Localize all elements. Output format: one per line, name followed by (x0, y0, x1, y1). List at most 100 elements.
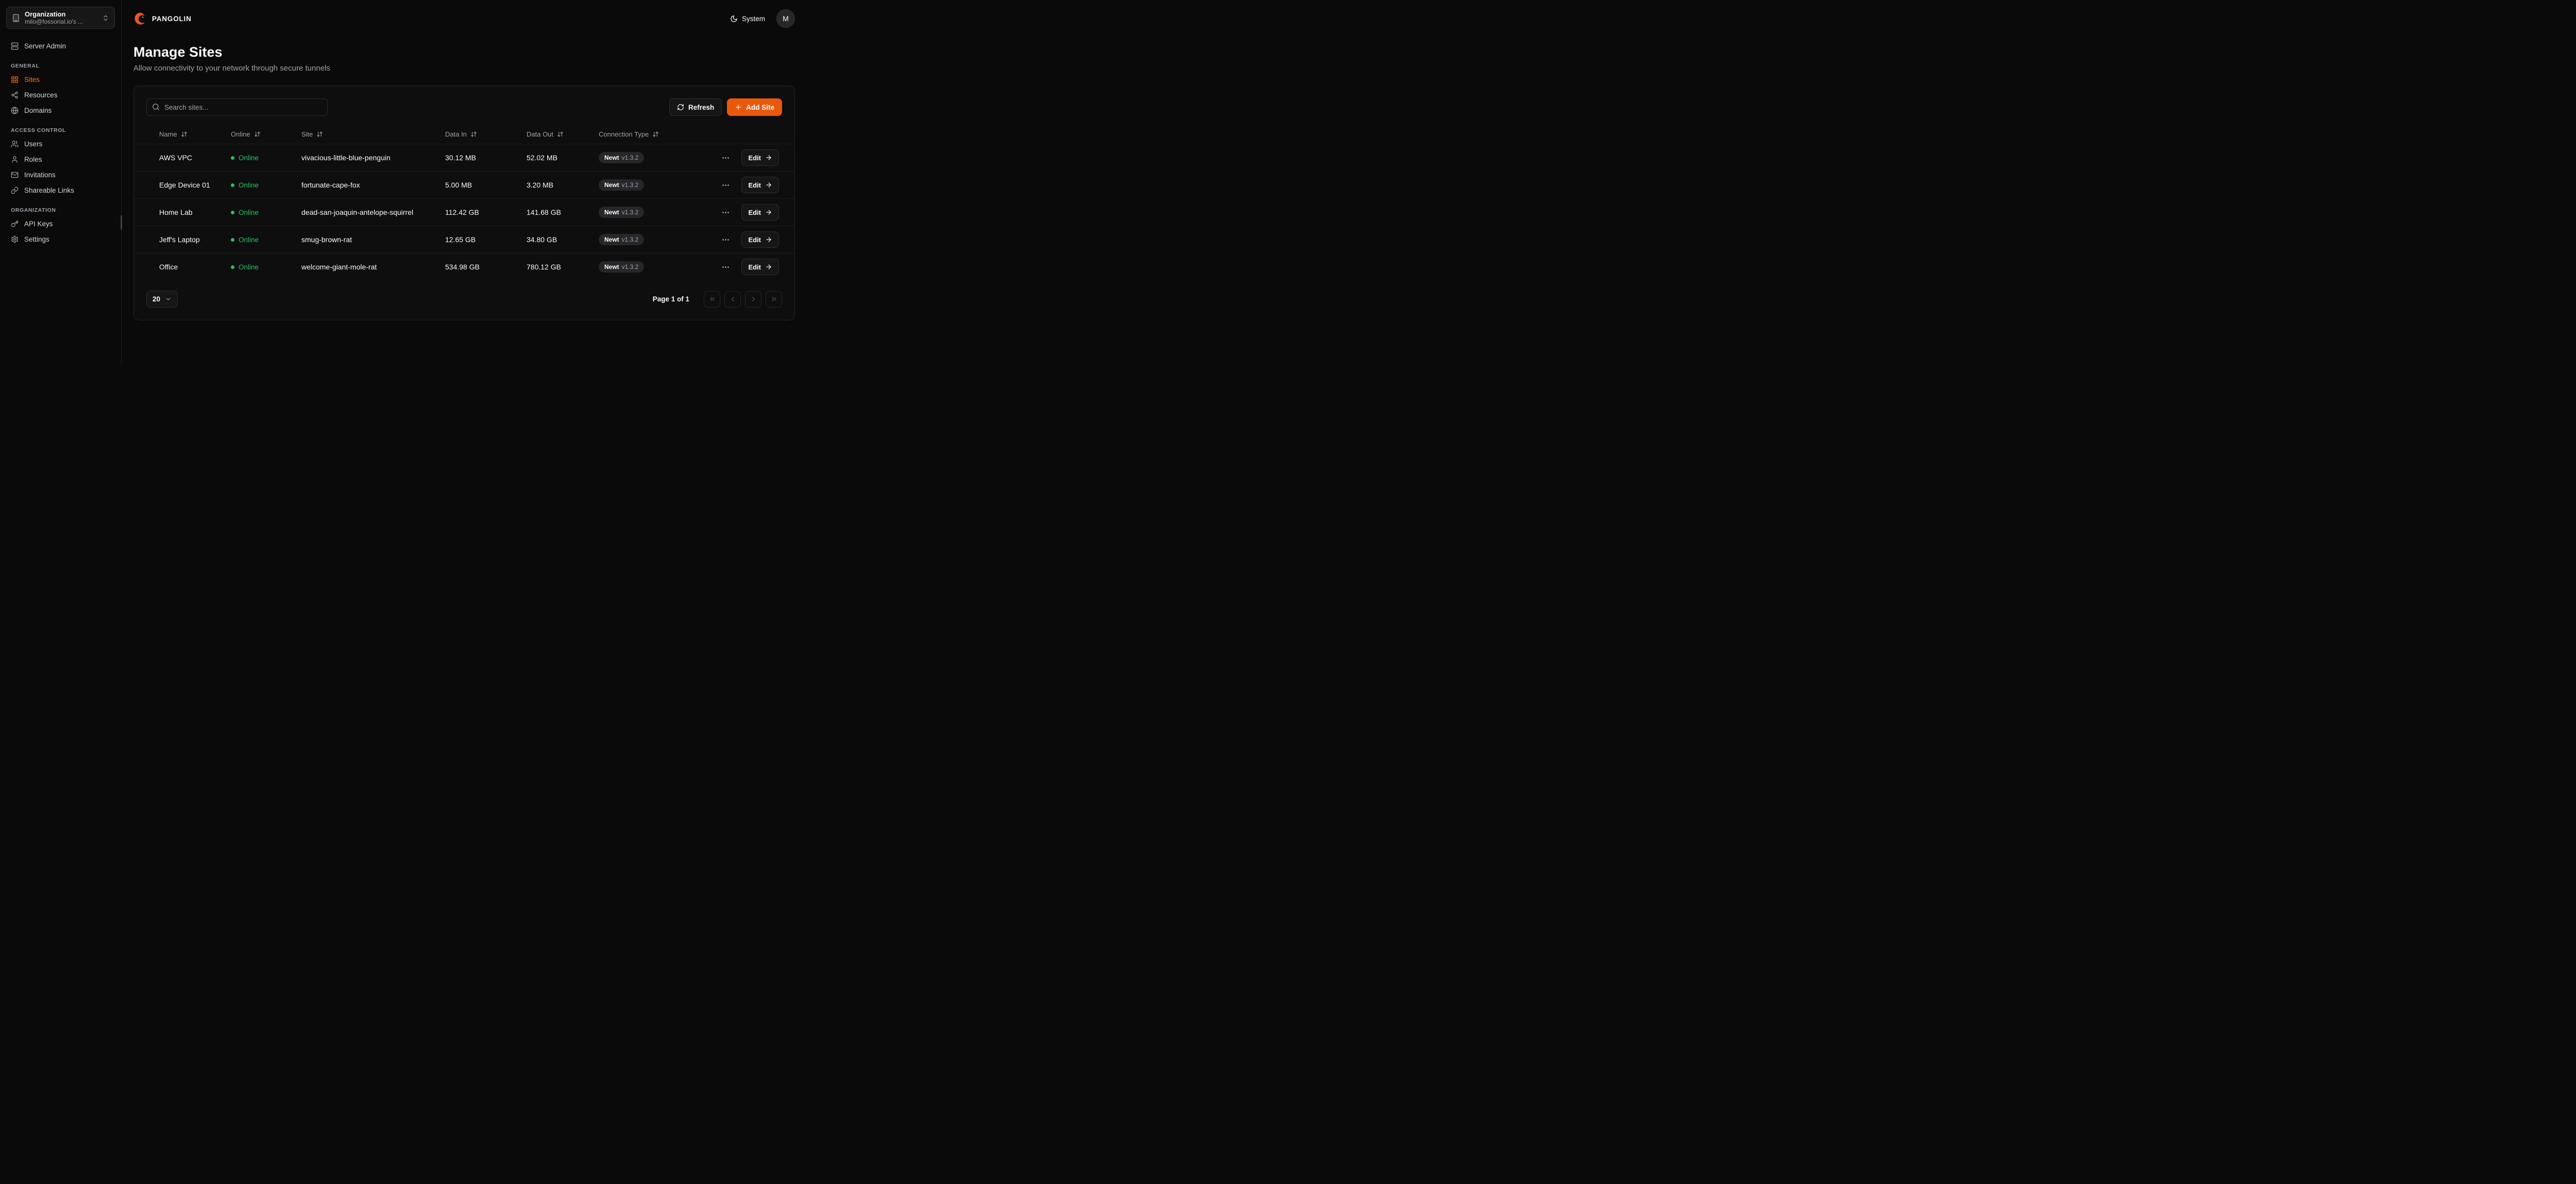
connection-type-badge: Newt v1.3.2 (599, 152, 644, 163)
sidebar-section-general: GENERAL (11, 63, 110, 69)
users-icon (11, 140, 19, 148)
sidebar-section-organization: ORGANIZATION (11, 207, 110, 213)
tunnel-name-cell: smug-brown-rat (301, 235, 445, 244)
site-name-cell: Office (159, 263, 231, 271)
next-page-button[interactable] (745, 291, 761, 308)
tunnel-name-cell: dead-san-joaquin-antelope-squirrel (301, 208, 445, 216)
row-more-options-button[interactable] (719, 233, 732, 246)
row-edit-button[interactable]: Edit (741, 231, 779, 248)
sidebar-item-resources[interactable]: Resources (6, 88, 115, 103)
table-row: AWS VPC Online vivacious-little-blue-pen… (134, 144, 794, 171)
online-status-cell: Online (231, 154, 301, 162)
sidebar-item-settings[interactable]: Settings (6, 232, 115, 247)
org-switcher[interactable]: Organization milo@fossorial.io's ... (6, 7, 115, 29)
table-row: Jeff's Laptop Online smug-brown-rat 12.6… (134, 226, 794, 253)
org-switcher-value: milo@fossorial.io's ... (25, 18, 97, 25)
edit-label: Edit (748, 209, 761, 216)
globe-icon (11, 107, 19, 114)
sidebar-item-server-admin[interactable]: Server Admin (6, 39, 115, 54)
row-more-options-button[interactable] (719, 206, 732, 219)
sidebar-item-label: Settings (24, 235, 49, 243)
column-header-connection-type[interactable]: Connection Type (599, 130, 719, 138)
column-header-data-in[interactable]: Data In (445, 130, 527, 138)
online-status-cell: Online (231, 181, 301, 189)
column-header-name[interactable]: Name (159, 130, 231, 138)
connection-type-name: Newt (604, 154, 619, 161)
add-site-button[interactable]: Add Site (727, 98, 782, 116)
theme-toggle[interactable]: System (730, 15, 765, 23)
column-header-site[interactable]: Site (301, 130, 445, 138)
column-header-online[interactable]: Online (231, 130, 301, 138)
data-out-cell: 3.20 MB (527, 181, 599, 189)
table-footer: 20 Page 1 of 1 (134, 291, 794, 308)
chevrons-up-down-icon (102, 14, 109, 22)
row-edit-button[interactable]: Edit (741, 149, 779, 166)
sidebar-item-users[interactable]: Users (6, 137, 115, 151)
avatar[interactable]: M (776, 9, 795, 28)
table-header: Name Online Site Data In Data Out Connec… (134, 124, 794, 144)
row-more-options-button[interactable] (719, 179, 732, 192)
sidebar-item-label: Server Admin (24, 42, 66, 50)
brand-name: PANGOLIN (152, 15, 192, 23)
ellipsis-icon (721, 263, 730, 272)
sidebar-scrollbar-thumb[interactable] (121, 215, 122, 230)
online-status-cell: Online (231, 263, 301, 271)
edit-label: Edit (748, 181, 761, 189)
arrow-right-icon (765, 181, 772, 189)
chevron-left-icon (729, 295, 737, 303)
data-in-cell: 30.12 MB (445, 154, 527, 162)
refresh-button[interactable]: Refresh (669, 98, 722, 116)
sidebar-item-invitations[interactable]: Invitations (6, 167, 115, 182)
row-more-options-button[interactable] (719, 151, 732, 164)
sidebar-section-access-control: ACCESS CONTROL (11, 127, 110, 133)
link-icon (11, 187, 19, 194)
sidebar-item-roles[interactable]: Roles (6, 152, 115, 167)
theme-label: System (742, 15, 765, 23)
connection-type-version: v1.3.2 (622, 154, 639, 161)
connection-type-version: v1.3.2 (622, 209, 639, 216)
sidebar-item-label: Invitations (24, 171, 56, 179)
waypoints-icon (11, 91, 19, 99)
row-edit-button[interactable]: Edit (741, 177, 779, 193)
connection-type-badge: Newt v1.3.2 (599, 234, 644, 245)
connection-type-version: v1.3.2 (622, 181, 639, 189)
brand[interactable]: PANGOLIN (133, 12, 192, 26)
sidebar-item-domains[interactable]: Domains (6, 103, 115, 118)
row-more-options-button[interactable] (719, 261, 732, 274)
data-out-cell: 780.12 GB (527, 263, 599, 271)
sidebar-item-api-keys[interactable]: API Keys (6, 216, 115, 231)
chevrons-right-icon (770, 295, 778, 303)
column-header-data-out[interactable]: Data Out (527, 130, 599, 138)
first-page-button[interactable] (704, 291, 720, 308)
data-out-cell: 52.02 MB (527, 154, 599, 162)
site-name-cell: Edge Device 01 (159, 181, 231, 189)
data-in-cell: 534.98 GB (445, 263, 527, 271)
page-size-select[interactable]: 20 (146, 291, 178, 308)
connection-type-name: Newt (604, 263, 619, 270)
prev-page-button[interactable] (724, 291, 741, 308)
refresh-label: Refresh (688, 104, 714, 111)
building-icon (12, 14, 20, 22)
sidebar-item-sites[interactable]: Sites (6, 72, 115, 87)
page-subtitle: Allow connectivity to your network throu… (133, 64, 795, 73)
arrow-right-icon (765, 209, 772, 216)
sidebar-item-label: Domains (24, 107, 52, 114)
arrow-right-icon (765, 154, 772, 161)
edit-label: Edit (748, 154, 761, 162)
sort-icon (652, 131, 659, 138)
search-input[interactable] (146, 98, 328, 116)
site-name-cell: Jeff's Laptop (159, 235, 231, 244)
online-dot-icon (231, 183, 234, 187)
last-page-button[interactable] (766, 291, 782, 308)
row-edit-button[interactable]: Edit (741, 259, 779, 275)
site-name-cell: Home Lab (159, 208, 231, 216)
sidebar-item-shareable-links[interactable]: Shareable Links (6, 183, 115, 198)
page-title: Manage Sites (133, 44, 795, 60)
moon-icon (730, 15, 738, 23)
row-edit-button[interactable]: Edit (741, 204, 779, 221)
data-in-cell: 12.65 GB (445, 235, 527, 244)
connection-type-badge: Newt v1.3.2 (599, 261, 644, 273)
key-icon (11, 220, 19, 228)
connection-type-name: Newt (604, 209, 619, 216)
online-dot-icon (231, 156, 234, 160)
